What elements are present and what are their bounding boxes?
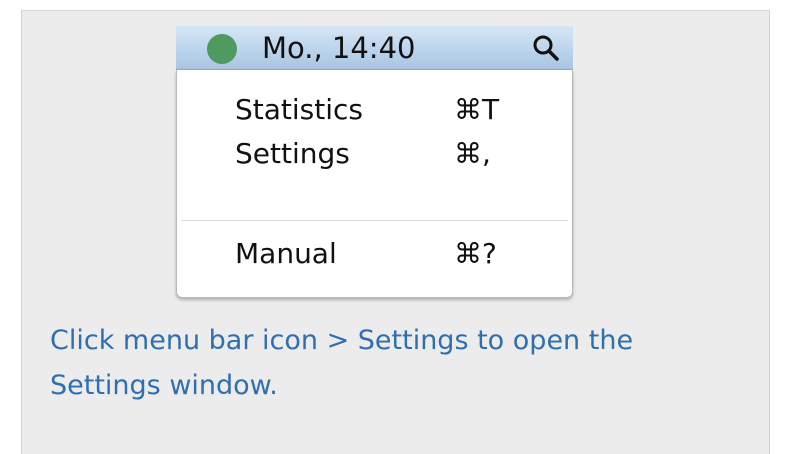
- menu-item-statistics[interactable]: Statistics ⌘T: [177, 88, 572, 132]
- menu-item-shortcut: ⌘?: [454, 237, 497, 270]
- menu-item-shortcut: ⌘,: [454, 137, 491, 170]
- menu-item-label: Manual: [235, 237, 337, 270]
- menu-item-label: Settings: [235, 137, 350, 170]
- menu-bar-clock[interactable]: Mo., 14:40: [262, 30, 415, 66]
- status-dot-icon[interactable]: [207, 34, 237, 64]
- instruction-caption: Click menu bar icon > Settings to open t…: [50, 325, 634, 401]
- menu-item-settings[interactable]: Settings ⌘,: [177, 132, 572, 176]
- menu-item-label: Statistics: [235, 93, 363, 126]
- menu-divider: [181, 220, 568, 221]
- menu-item-manual[interactable]: Manual ⌘?: [177, 232, 572, 276]
- search-icon[interactable]: [532, 34, 560, 62]
- dropdown-menu: Statistics ⌘T Settings ⌘, Manual ⌘?: [176, 70, 573, 298]
- menu-bar: Mo., 14:40: [176, 26, 573, 70]
- menu-item-shortcut: ⌘T: [454, 93, 500, 126]
